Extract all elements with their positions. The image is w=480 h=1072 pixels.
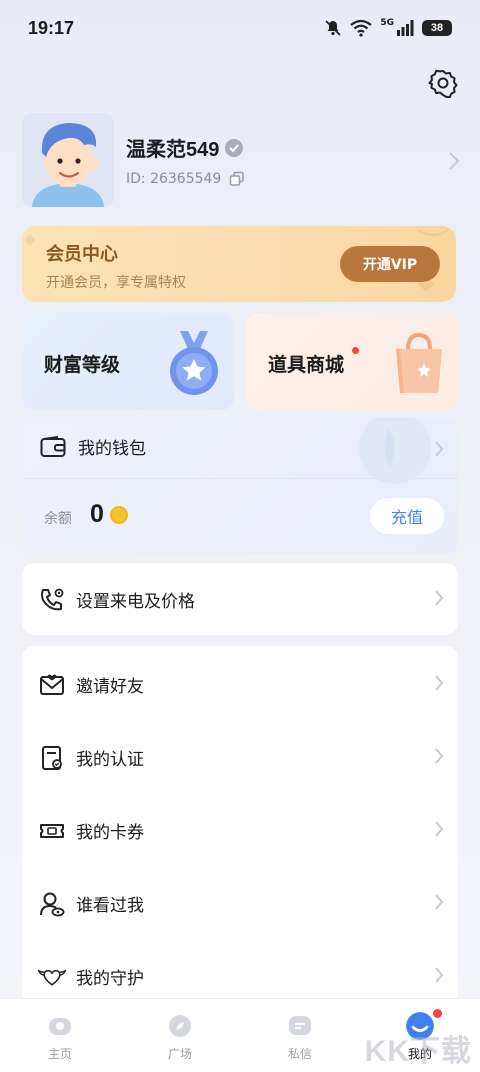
chevron-right-icon xyxy=(435,675,444,691)
vip-title: 会员中心 xyxy=(46,244,118,265)
visitors-icon xyxy=(38,890,66,918)
settings-button[interactable] xyxy=(426,66,460,100)
balance-label: 余额 xyxy=(44,511,72,527)
certification-icon xyxy=(38,744,66,772)
tab-home[interactable]: 主页 xyxy=(0,999,120,1072)
coin-icon xyxy=(109,505,128,524)
copy-icon[interactable] xyxy=(229,171,245,187)
list-item-label: 邀请好友 xyxy=(76,677,144,697)
chevron-right-icon xyxy=(435,967,444,983)
notification-dot xyxy=(352,347,359,354)
avatar[interactable] xyxy=(22,113,114,207)
message-icon xyxy=(289,1016,311,1035)
compass-icon xyxy=(169,1015,191,1037)
call-price-label: 设置来电及价格 xyxy=(76,592,195,612)
list-item-label: 我的守护 xyxy=(76,969,144,989)
vip-subtitle: 开通会员，享专属特权 xyxy=(46,275,186,291)
profile-name: 温柔范549 xyxy=(126,139,220,161)
gear-icon xyxy=(428,69,458,98)
signal-icon xyxy=(397,20,414,36)
shopping-bag-icon xyxy=(396,332,442,393)
open-vip-button[interactable]: 开通VIP xyxy=(340,246,440,282)
list-item[interactable]: 设置来电及价格 xyxy=(22,563,458,636)
home-icon xyxy=(49,1018,71,1035)
wallet-icon xyxy=(40,435,66,457)
profile-id-row: ID: 26365549 xyxy=(126,171,245,187)
call-price-card[interactable]: 设置来电及价格 xyxy=(22,563,458,635)
list-item-visitors[interactable]: 谁看过我 xyxy=(22,867,458,940)
divider xyxy=(22,478,458,479)
status-icons: 5G 38 xyxy=(324,18,452,37)
list-item-invite[interactable]: 邀请好友 xyxy=(22,648,458,721)
chevron-right-icon xyxy=(435,894,444,910)
wifi-icon xyxy=(350,19,373,37)
tab-label: 主页 xyxy=(47,1047,72,1061)
wallet-card[interactable]: 我的钱包 余额 0 充值 xyxy=(22,418,458,554)
tab-label: 私信 xyxy=(287,1047,312,1061)
mute-icon xyxy=(325,20,341,36)
medal-icon xyxy=(170,331,218,395)
chevron-right-icon xyxy=(435,821,444,837)
invite-envelope-icon xyxy=(38,671,66,699)
chevron-right-icon xyxy=(435,748,444,764)
item-shop-tile[interactable]: 道具商城 xyxy=(246,313,458,410)
phone-settings-icon xyxy=(38,586,66,614)
status-bar: 19:17 5G 38 xyxy=(0,0,480,56)
balance-value-row: 0 xyxy=(90,500,128,529)
recharge-button[interactable]: 充值 xyxy=(370,498,444,534)
coupon-icon xyxy=(38,817,66,845)
watermark: KK下载 xyxy=(364,1035,472,1068)
chevron-right-icon xyxy=(449,152,460,170)
verified-badge-icon xyxy=(225,138,244,157)
profile-name-row: 温柔范549 xyxy=(126,133,244,162)
wealth-level-tile[interactable]: 财富等级 xyxy=(22,313,234,410)
wealth-level-label: 财富等级 xyxy=(44,354,121,376)
tab-messages[interactable]: 私信 xyxy=(240,999,360,1072)
wallet-title: 我的钱包 xyxy=(78,439,146,459)
list-item-coupons[interactable]: 我的卡券 xyxy=(22,794,458,867)
tab-label: 广场 xyxy=(167,1047,192,1061)
chevron-right-icon xyxy=(435,590,444,606)
tab-square[interactable]: 广场 xyxy=(120,999,240,1072)
list-item-label: 我的卡券 xyxy=(76,823,144,843)
balance-value: 0 xyxy=(90,500,104,528)
profile-id: ID: 26365549 xyxy=(126,171,222,187)
status-time: 19:17 xyxy=(28,17,75,38)
network-type: 5G xyxy=(380,18,394,28)
chevron-right-icon xyxy=(435,441,444,457)
list-item-label: 谁看过我 xyxy=(76,896,144,916)
list-item-certification[interactable]: 我的认证 xyxy=(22,721,458,794)
notification-dot xyxy=(433,1009,442,1018)
vip-center-card[interactable]: 会员中心 开通会员，享专属特权 开通VIP xyxy=(22,226,456,302)
item-shop-label: 道具商城 xyxy=(268,354,345,376)
bottom-tab-bar: 主页 广场 私信 我的 KK下载 xyxy=(0,998,480,1072)
wallet-row[interactable]: 我的钱包 xyxy=(40,434,146,459)
profile-header[interactable]: 温柔范549 ID: 26365549 xyxy=(22,113,462,209)
guard-heart-icon xyxy=(38,963,66,991)
list-item-label: 我的认证 xyxy=(76,750,144,770)
battery-icon: 38 xyxy=(422,20,452,36)
menu-card: 邀请好友 我的认证 我的卡券 谁看过我 我的守护 xyxy=(22,646,458,1016)
